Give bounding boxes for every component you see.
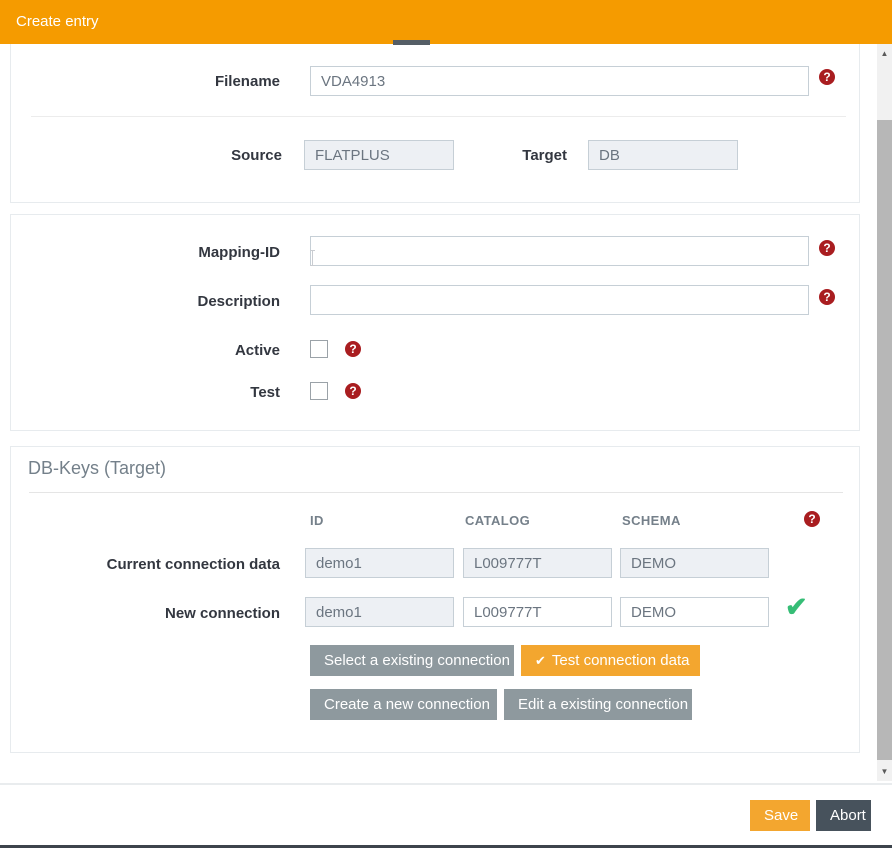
save-button[interactable]: Save (750, 800, 810, 831)
new-schema-input[interactable] (620, 597, 769, 627)
create-new-connection-button[interactable]: Create a new connection (310, 689, 497, 720)
panel-divider (31, 116, 846, 117)
db-keys-help-icon[interactable]: ? (804, 511, 820, 527)
scrollbar-thumb[interactable] (877, 120, 892, 760)
scroll-down-icon[interactable]: ▼ (877, 764, 892, 779)
description-help-icon[interactable]: ? (819, 289, 835, 305)
active-help-icon[interactable]: ? (345, 341, 361, 357)
filename-label: Filename (100, 73, 280, 90)
select-existing-connection-button[interactable]: Select a existing connection (310, 645, 514, 676)
mapping-id-label: Mapping-ID (100, 244, 280, 261)
test-label: Test (100, 384, 280, 401)
new-connection-label: New connection (60, 605, 280, 622)
column-header-schema: SCHEMA (622, 513, 681, 528)
dialog-title: Create entry (0, 0, 892, 44)
filename-input[interactable] (310, 66, 809, 96)
description-label: Description (100, 293, 280, 310)
test-checkbox[interactable] (310, 382, 328, 400)
mapping-id-help-icon[interactable]: ? (819, 240, 835, 256)
text-cursor (312, 250, 313, 266)
description-input[interactable] (310, 285, 809, 315)
vertical-scrollbar[interactable]: ▲ ▼ (877, 44, 892, 781)
mapping-id-input[interactable] (310, 236, 809, 266)
window-bottom-edge (0, 845, 892, 848)
test-help-icon[interactable]: ? (345, 383, 361, 399)
create-entry-dialog: Create entry Filename ? Source Target Ma… (0, 0, 892, 849)
test-connection-button[interactable]: ✔ Test connection data (521, 645, 700, 676)
active-tab-indicator (393, 40, 430, 45)
target-input (588, 140, 738, 170)
column-header-id: ID (310, 513, 324, 528)
filename-help-icon[interactable]: ? (819, 69, 835, 85)
test-connection-label: Test connection data (552, 652, 690, 669)
current-id-input (305, 548, 454, 578)
footer-divider (0, 783, 892, 785)
new-id-input (305, 597, 454, 627)
edit-existing-connection-button[interactable]: Edit a existing connection (504, 689, 692, 720)
current-schema-input (620, 548, 769, 578)
scroll-up-icon[interactable]: ▲ (877, 46, 892, 61)
active-checkbox[interactable] (310, 340, 328, 358)
section-divider (29, 492, 843, 493)
source-label: Source (130, 147, 282, 164)
current-connection-label: Current connection data (60, 556, 280, 573)
target-label: Target (430, 147, 567, 164)
column-header-catalog: CATALOG (465, 513, 530, 528)
abort-button[interactable]: Abort (816, 800, 871, 831)
check-icon: ✔ (535, 653, 546, 668)
connection-ok-check-icon: ✔ (785, 592, 808, 622)
active-label: Active (100, 342, 280, 359)
current-catalog-input (463, 548, 612, 578)
db-keys-title: DB-Keys (Target) (28, 458, 166, 479)
new-catalog-input[interactable] (463, 597, 612, 627)
